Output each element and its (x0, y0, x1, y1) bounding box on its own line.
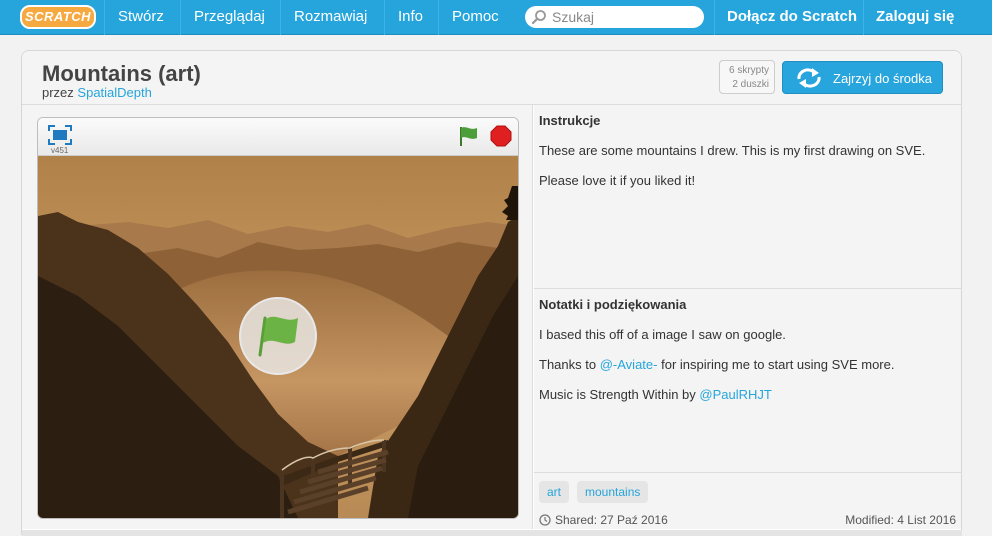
instructions-line: Please love it if you liked it! (539, 173, 696, 188)
by-prefix: przez (42, 85, 74, 100)
join-scratch-link[interactable]: Dołącz do Scratch (714, 0, 869, 35)
shared-date: Shared: 27 Paź 2016 (539, 513, 668, 527)
instructions-heading: Instrukcje (539, 113, 601, 128)
project-title: Mountains (art) (42, 61, 201, 86)
aviate-link[interactable]: @-Aviate- (600, 357, 658, 372)
project-header: Mountains (art) przez SpatialDepth 6 skr… (22, 51, 961, 105)
see-inside-label: Zajrzyj do środka (833, 71, 932, 86)
credits-heading: Notatki i podziękowania (539, 297, 687, 312)
shared-text: Shared: 27 Paź 2016 (555, 513, 668, 527)
modified-date: Modified: 4 List 2016 (845, 513, 956, 527)
project-stats: 6 skrypty 2 duszki (719, 60, 775, 94)
clock-icon (539, 514, 551, 526)
search-box (525, 6, 704, 28)
top-navigation: SCRATCH Stwórz Przeglądaj Rozmawiaj Info… (0, 0, 992, 35)
credits-section: Notatki i podziękowania I based this off… (534, 289, 961, 473)
green-flag-icon[interactable] (458, 125, 480, 147)
nav-about[interactable]: Info (384, 0, 436, 35)
tag-art[interactable]: art (539, 481, 570, 503)
sprites-count: 2 duszki (732, 79, 769, 90)
nav-help[interactable]: Pomoc (438, 0, 512, 35)
project-byline: przez SpatialDepth (42, 85, 152, 100)
scripts-count: 6 skrypty (728, 65, 769, 76)
remix-arrows-icon (797, 68, 821, 88)
nav-explore[interactable]: Przeglądaj (180, 0, 278, 35)
tag-mountains[interactable]: mountains (577, 481, 649, 503)
credits-text: Thanks to (539, 357, 597, 372)
scratch-logo[interactable]: SCRATCH (20, 5, 96, 29)
instructions-section: Instrukcje These are some mountains I dr… (534, 105, 961, 289)
player-controls: v451 (38, 118, 518, 156)
see-inside-button[interactable]: Zajrzyj do środka (782, 61, 943, 94)
author-link[interactable]: SpatialDepth (77, 85, 151, 100)
stop-icon[interactable] (490, 125, 512, 147)
search-icon[interactable] (531, 9, 547, 25)
nav-discuss[interactable]: Rozmawiaj (280, 0, 380, 35)
search-input[interactable] (552, 8, 697, 26)
credits-text: for inspiring me to start using SVE more… (661, 357, 895, 372)
project-panel: Mountains (art) przez SpatialDepth 6 skr… (21, 50, 962, 536)
credits-line: Music is Strength Within by @PaulRHJT (539, 387, 772, 402)
project-notes: Instrukcje These are some mountains I dr… (534, 105, 961, 529)
credits-text: Music is Strength Within by (539, 387, 696, 402)
project-stage[interactable] (38, 156, 518, 518)
instructions-line: These are some mountains I drew. This is… (539, 143, 926, 158)
sign-in-link[interactable]: Zaloguj się (863, 0, 966, 35)
credits-line: Thanks to @-Aviate- for inspiring me to … (539, 357, 894, 372)
credits-line: I based this off of a image I saw on goo… (539, 327, 786, 342)
nav-create[interactable]: Stwórz (104, 0, 177, 35)
project-player: v451 (37, 117, 519, 519)
player-area: v451 (22, 105, 533, 529)
bottom-strip (22, 530, 962, 536)
fullscreen-icon[interactable] (48, 125, 72, 145)
player-version: v451 (51, 146, 69, 155)
paulrhjt-link[interactable]: @PaulRHJT (699, 387, 771, 402)
